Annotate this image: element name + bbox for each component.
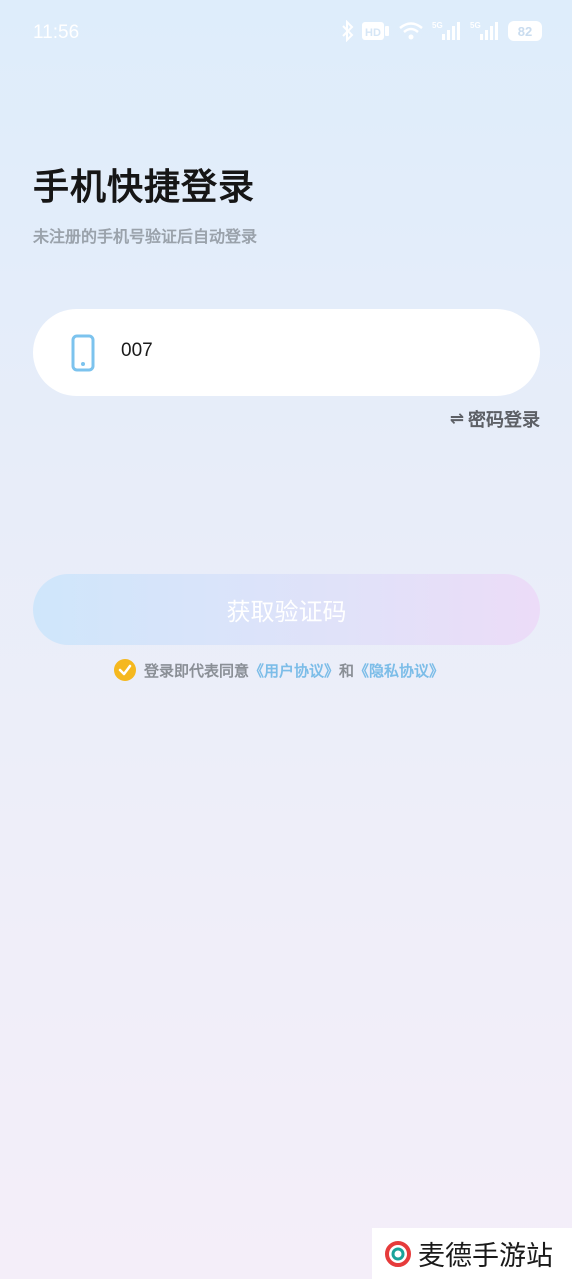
password-login-link[interactable]: ⇌ 密码登录: [450, 406, 540, 432]
phone-field[interactable]: [33, 309, 540, 396]
watermark-logo-icon: [385, 1240, 411, 1267]
check-icon: [118, 664, 132, 676]
battery-icon: 82: [508, 21, 542, 41]
watermark: 麦德手游站: [372, 1228, 572, 1279]
phone-input[interactable]: [121, 340, 501, 362]
battery-level: 82: [517, 23, 533, 39]
agreement-and: 和: [339, 661, 355, 680]
5g-signal-icon: 5G: [432, 21, 460, 40]
status-bar: 11:56 HD 5G 5G 82: [0, 0, 572, 68]
password-login-label: 密码登录: [468, 410, 540, 431]
agreement-prefix: 登录即代表同意: [144, 661, 250, 680]
privacy-policy-link[interactable]: 《隐私协议》: [354, 660, 444, 681]
get-code-button[interactable]: 获取验证码: [33, 574, 540, 645]
watermark-text: 麦德手游站: [418, 1241, 553, 1272]
status-icons: HD 5G 5G 82: [342, 20, 542, 42]
page-title: 手机快捷登录: [33, 167, 256, 208]
svg-text:5G: 5G: [432, 21, 443, 30]
wifi-icon: [399, 22, 423, 40]
svg-text:5G: 5G: [470, 21, 481, 30]
swap-icon: ⇌: [449, 409, 464, 429]
agreement-checkbox[interactable]: [114, 659, 136, 681]
page-subtitle: 未注册的手机号验证后自动登录: [33, 227, 258, 246]
agreement: 登录即代表同意 《用户协议》 和 《隐私协议》: [114, 659, 444, 681]
hd-icon: HD: [362, 22, 389, 40]
user-agreement-link[interactable]: 《用户协议》: [249, 660, 339, 681]
status-time: 11:56: [33, 22, 80, 43]
svg-text:HD: HD: [365, 27, 381, 39]
bluetooth-icon: [342, 20, 354, 42]
5g-signal-icon: 5G: [470, 21, 498, 40]
phone-icon: [71, 334, 95, 372]
